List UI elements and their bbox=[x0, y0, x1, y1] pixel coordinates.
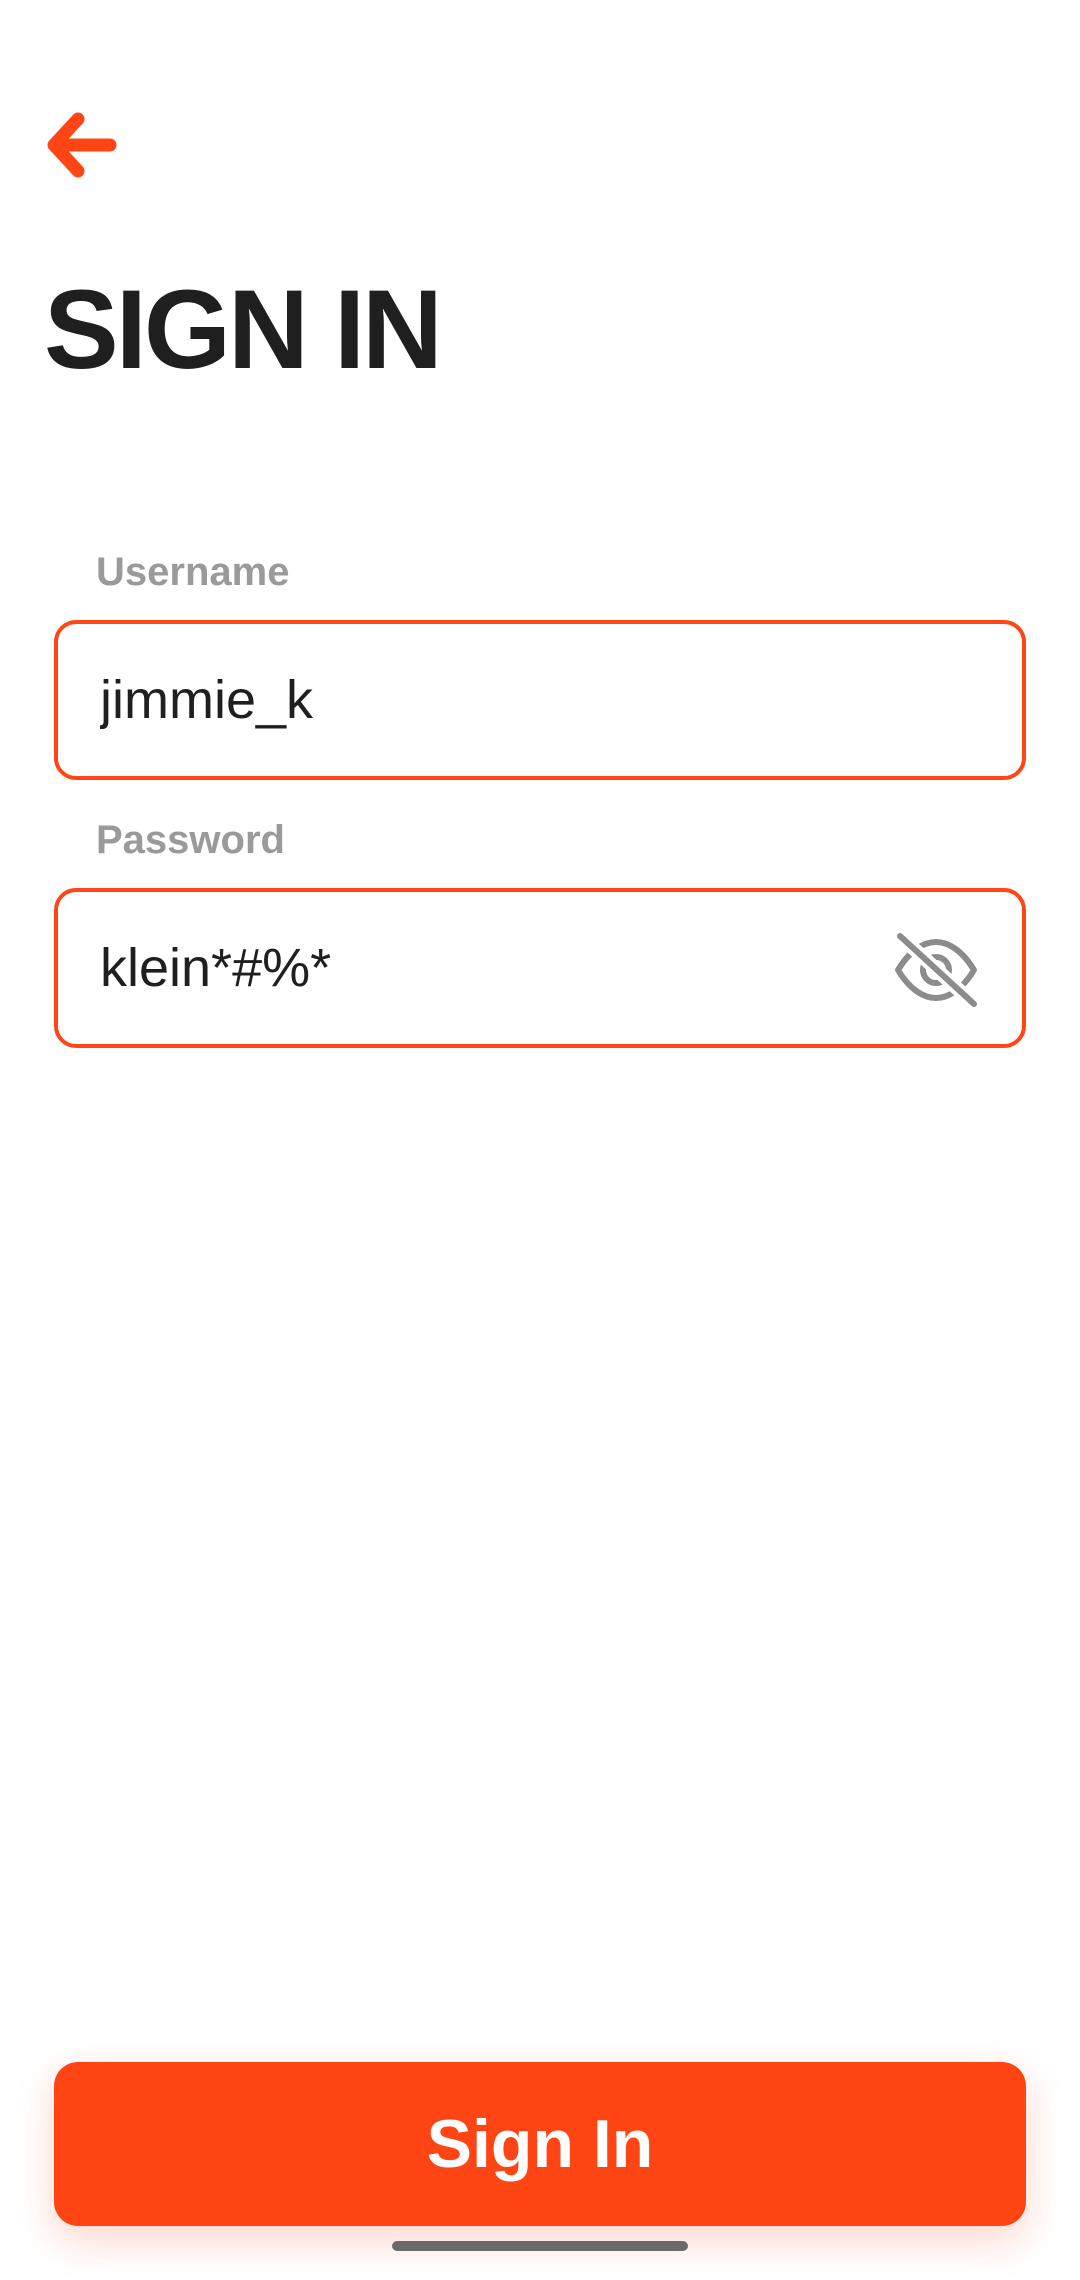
sign-in-button[interactable]: Sign In bbox=[54, 2062, 1026, 2226]
eye-off-icon bbox=[890, 928, 982, 1013]
back-button[interactable] bbox=[40, 105, 124, 189]
username-field[interactable] bbox=[54, 620, 1026, 780]
password-input[interactable] bbox=[100, 918, 880, 1018]
sign-in-screen: SIGN IN Username Password Sign In bbox=[0, 0, 1080, 2280]
home-indicator[interactable] bbox=[392, 2241, 688, 2251]
password-field[interactable] bbox=[54, 888, 1026, 1048]
password-visibility-toggle[interactable] bbox=[890, 928, 982, 1013]
sign-in-button-label: Sign In bbox=[426, 2106, 654, 2182]
username-label: Username bbox=[96, 550, 290, 594]
arrow-left-icon bbox=[40, 103, 124, 192]
password-label: Password bbox=[96, 818, 285, 862]
page-title: SIGN IN bbox=[44, 267, 443, 392]
username-input[interactable] bbox=[100, 650, 880, 750]
